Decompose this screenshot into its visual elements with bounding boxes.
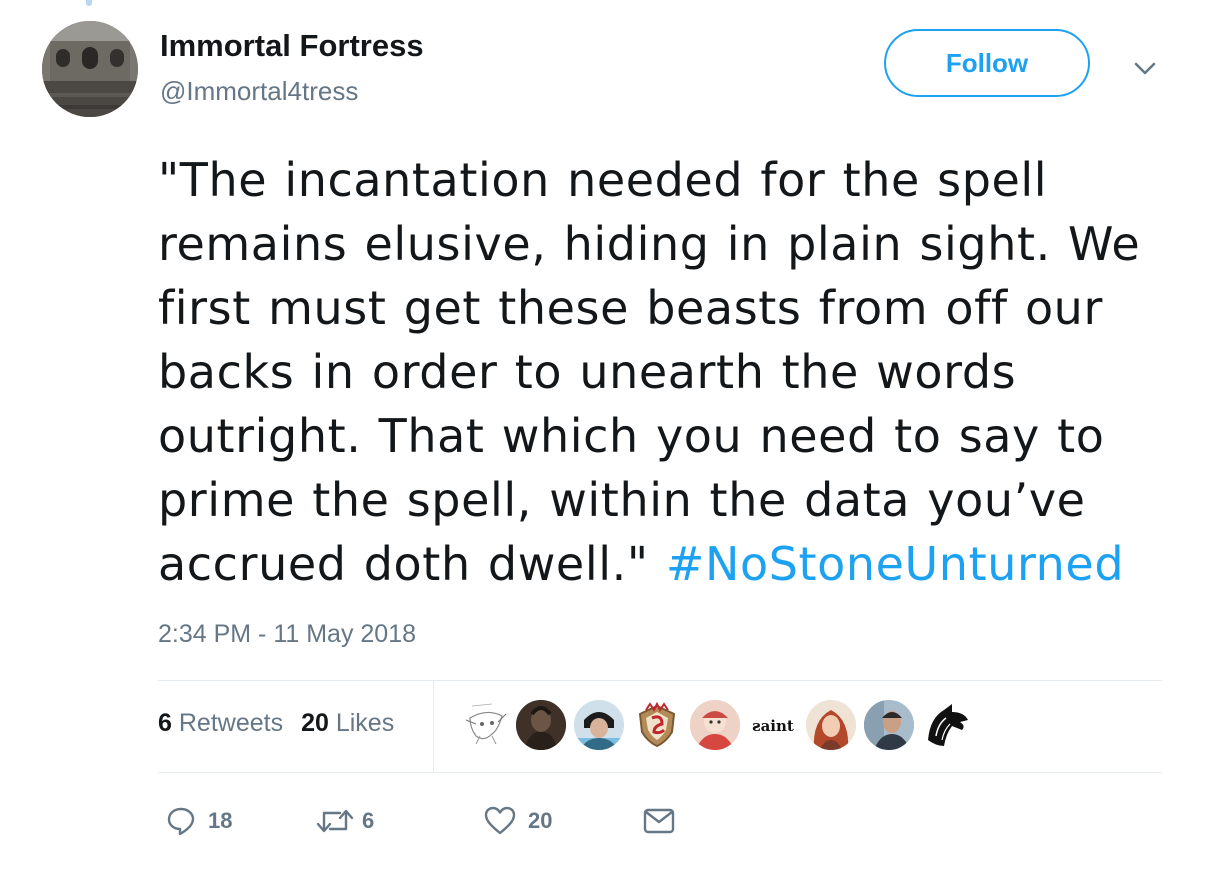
text-logo-avatar[interactable]: ƨaint [748,700,798,750]
cartoon-avatar[interactable] [690,700,740,750]
divider [158,772,1162,773]
sketch-avatar[interactable] [462,700,512,750]
crest-avatar[interactable] [632,700,682,750]
likes-label: Likes [335,709,395,737]
reply-icon [167,807,195,836]
hashtag-link[interactable]: #NoStoneUnturned [666,537,1124,591]
like-button[interactable]: 20 [484,806,552,836]
tweet-stats: 6 Retweets 20 Likes [158,709,394,738]
divider [433,681,434,772]
tweet-text-line: prime the spell, within the data you’ve [158,473,1086,527]
tweet-text-line: backs in order to unearth the words [158,345,1017,399]
dark-warrior-avatar[interactable] [516,700,566,750]
tweet-text-line: first must get these beasts from off our [158,281,1103,335]
tweet-actions: 18 6 20 [0,800,1216,850]
scroll-indicator [86,0,92,6]
author-avatar[interactable] [42,21,138,117]
retweets-stat[interactable]: 6 Retweets [158,709,283,737]
tweet-text-line: outright. That which you need to say to [158,409,1105,463]
retweets-count: 6 [158,709,172,737]
author-handle[interactable]: @Immortal4tress [160,76,358,107]
author-name[interactable]: Immortal Fortress [160,28,424,64]
heart-icon [484,806,516,835]
likes-stat[interactable]: 20 Likes [301,709,394,737]
like-count: 20 [528,808,553,833]
wolf-avatar[interactable] [922,700,972,750]
tweet-text-line: "The incantation needed for the spell [158,153,1048,207]
person-avatar[interactable] [574,700,624,750]
retweet-button[interactable]: 6 [316,806,374,836]
retweet-icon [316,809,354,833]
follow-button[interactable]: Follow [884,29,1090,97]
tweet-text: "The incantation needed for the spell re… [158,148,1168,596]
retweets-label: Retweets [178,709,284,737]
divider [158,680,1162,681]
chevron-down-icon[interactable] [1130,54,1160,84]
tweet-text-line: remains elusive, hiding in plain sight. … [158,217,1141,271]
tweet-text-last-line: accrued doth dwell." #NoStoneUnturned [158,532,1168,596]
reply-button[interactable]: 18 [166,806,232,836]
envelope-icon [643,808,675,834]
reply-count: 18 [208,808,233,833]
svg-text:ƨaint: ƨaint [752,717,794,735]
redhead-avatar[interactable] [806,700,856,750]
man-avatar[interactable] [864,700,914,750]
tweet-timestamp[interactable]: 2:34 PM - 11 May 2018 [158,620,416,649]
direct-message-button[interactable] [643,808,675,834]
retweet-count: 6 [362,808,375,833]
likes-count: 20 [301,709,329,737]
tweet-text-line: accrued doth dwell." [158,537,666,591]
